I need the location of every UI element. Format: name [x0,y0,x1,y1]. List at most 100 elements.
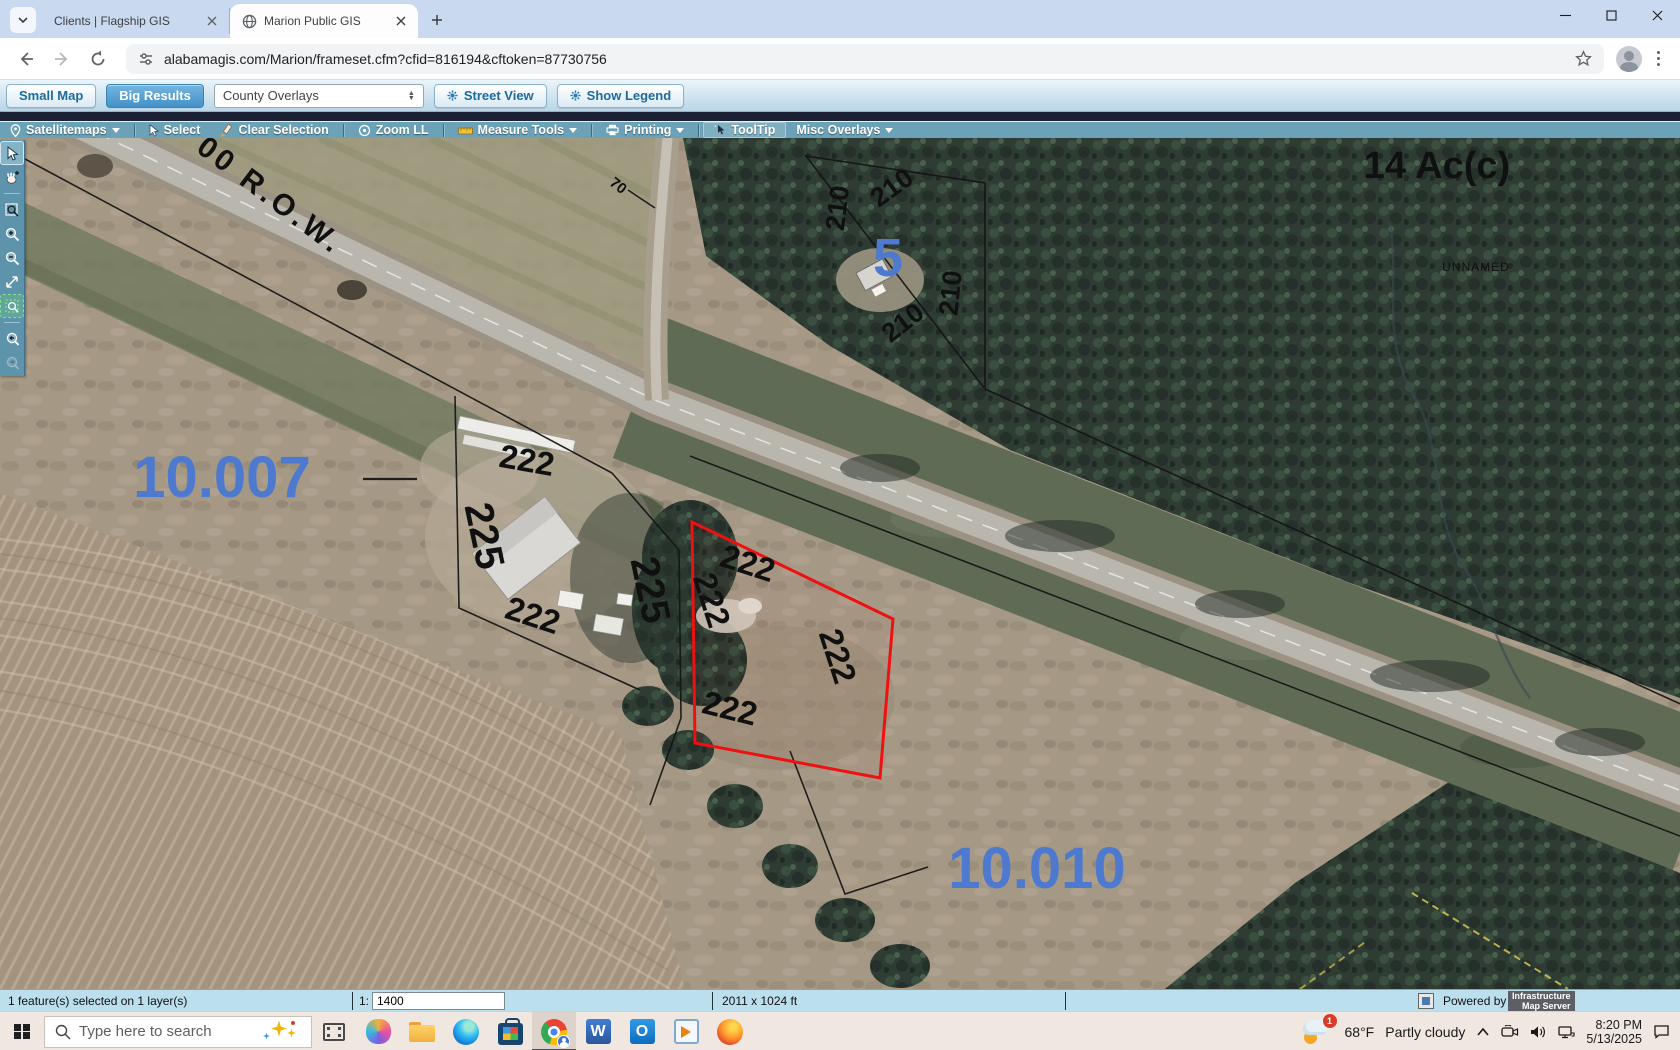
map-label-210: 210 [822,184,854,232]
menu-separator [698,124,699,137]
meet-now-icon[interactable] [1501,1025,1519,1039]
chrome-button[interactable] [532,1012,576,1050]
status-separator [352,992,353,1010]
system-tray: 1 68°F Partly cloudy 8:20 PM [1302,1012,1680,1050]
forward-button[interactable] [46,43,78,75]
weather-icon[interactable]: 1 [1302,1018,1334,1046]
printer-icon [606,124,619,136]
zoom-previous-tool-button[interactable] [1,328,23,350]
pointer-tool-button[interactable] [1,142,23,164]
site-settings-icon[interactable] [138,51,154,67]
network-icon[interactable] [1558,1025,1575,1039]
chrome-profile-badge [557,1035,570,1048]
gis-toolbar: Small Map Big Results County Overlays ▲▼… [0,80,1680,112]
show-legend-button[interactable]: Show Legend [557,84,685,108]
maximize-button[interactable] [1588,0,1634,30]
menu-printing[interactable]: Printing [596,122,694,139]
search-icon [55,1024,71,1040]
brand-line: Infrastructure [1512,991,1571,1001]
microsoft-store-button[interactable] [488,1012,532,1050]
menu-separator [591,124,592,137]
extent-readout: 2011 x 1024 ft [722,990,797,1012]
media-player-button[interactable] [664,1012,708,1050]
task-view-button[interactable] [312,1012,356,1050]
weather-temp[interactable]: 68°F [1345,1024,1375,1040]
zoom-in-tool-button[interactable] [1,223,23,245]
copilot-button[interactable] [356,1012,400,1050]
tray-chevron-icon[interactable] [1476,1027,1490,1037]
map-label-222: 222 [497,439,557,481]
start-button[interactable] [0,1012,44,1050]
status-separator [1065,992,1066,1010]
tab-clients-flagship[interactable]: Clients | Flagship GIS [42,8,230,34]
tab-search-button[interactable] [10,7,36,33]
tab-close-icon[interactable] [203,12,221,30]
browser-tabstrip: Clients | Flagship GIS Marion Public GIS [0,0,1680,38]
browser-menu-icon[interactable] [1646,51,1670,66]
weather-desc[interactable]: Partly cloudy [1385,1024,1465,1040]
copilot-icon [366,1019,391,1044]
volume-icon[interactable] [1530,1025,1547,1039]
reload-button[interactable] [82,43,114,75]
map-label-210: 210 [935,269,967,317]
firefox-icon [717,1019,743,1045]
bookmark-star-icon[interactable] [1575,50,1592,67]
full-extent-tool-button[interactable] [1,271,23,293]
menu-separator [134,124,135,137]
map-viewport[interactable]: 00 R.O.W. 70 10.007 10.010 5 14 Ac(c) UN… [0,138,1680,989]
map-label-parcel-10010: 10.010 [948,840,1125,898]
tab-marion-public-gis[interactable]: Marion Public GIS [230,4,418,38]
outlook-button[interactable]: O [620,1012,664,1050]
menu-label: Satellitemaps [26,123,107,137]
new-tab-button[interactable] [424,7,450,33]
address-bar[interactable]: alabamagis.com/Marion/frameset.cfm?cfid=… [126,44,1604,74]
profile-avatar[interactable] [1616,46,1642,72]
select-arrows-icon: ▲▼ [408,91,415,101]
satellite-map[interactable] [0,138,1680,989]
zoom-selected-tool-button[interactable] [1,295,23,317]
tooltip-cursor-icon [714,124,726,136]
zoom-out-tool-button[interactable] [1,247,23,269]
scale-input[interactable] [372,992,505,1010]
menu-tooltip[interactable]: ToolTip [703,122,786,138]
window-controls [1542,0,1680,30]
taskbar-search-box[interactable]: Type here to search [44,1016,312,1048]
back-button[interactable] [10,43,42,75]
county-overlays-select[interactable]: County Overlays ▲▼ [214,84,424,108]
menu-satellitemaps[interactable]: Satellitemaps [0,122,130,139]
selection-status: 1 feature(s) selected on 1 layer(s) [8,990,187,1012]
zoom-box-tool-button[interactable] [1,199,23,221]
map-pin-icon [10,124,21,137]
big-results-button[interactable]: Big Results [106,84,204,108]
menu-label: Zoom LL [376,123,429,137]
taskbar-clock[interactable]: 8:20 PM 5/13/2025 [1586,1018,1642,1046]
tools-divider [4,193,20,194]
menu-measure-tools[interactable]: Measure Tools [448,122,588,139]
status-separator [712,992,713,1010]
zoom-next-tool-button[interactable] [1,352,23,374]
close-window-button[interactable] [1634,0,1680,30]
map-label-block-5: 5 [873,231,903,285]
minimize-button[interactable] [1542,0,1588,30]
tab-close-icon[interactable] [392,12,410,30]
menu-misc-overlays[interactable]: Misc Overlays [786,122,903,139]
map-server-icon[interactable] [1418,993,1434,1009]
menu-zoom-ll[interactable]: Zoom LL [348,122,439,139]
edge-button[interactable] [444,1012,488,1050]
street-view-button[interactable]: Street View [434,84,547,108]
firefox-button[interactable] [708,1012,752,1050]
action-center-icon[interactable] [1653,1024,1670,1039]
target-icon [358,124,371,137]
menu-clear-selection[interactable]: Clear Selection [210,122,338,139]
menu-select[interactable]: Select [139,122,211,139]
pan-tool-button[interactable] [1,166,23,188]
word-button[interactable]: W [576,1012,620,1050]
caret-down-icon [885,128,893,133]
file-explorer-button[interactable] [400,1012,444,1050]
url-text[interactable]: alabamagis.com/Marion/frameset.cfm?cfid=… [164,51,1565,67]
small-map-button[interactable]: Small Map [6,84,96,108]
brand-line: Map Server [1512,1001,1571,1011]
menu-label: Measure Tools [478,123,565,137]
windows-taskbar: Type here to search W O [0,1011,1680,1050]
chevron-down-icon [17,14,29,26]
